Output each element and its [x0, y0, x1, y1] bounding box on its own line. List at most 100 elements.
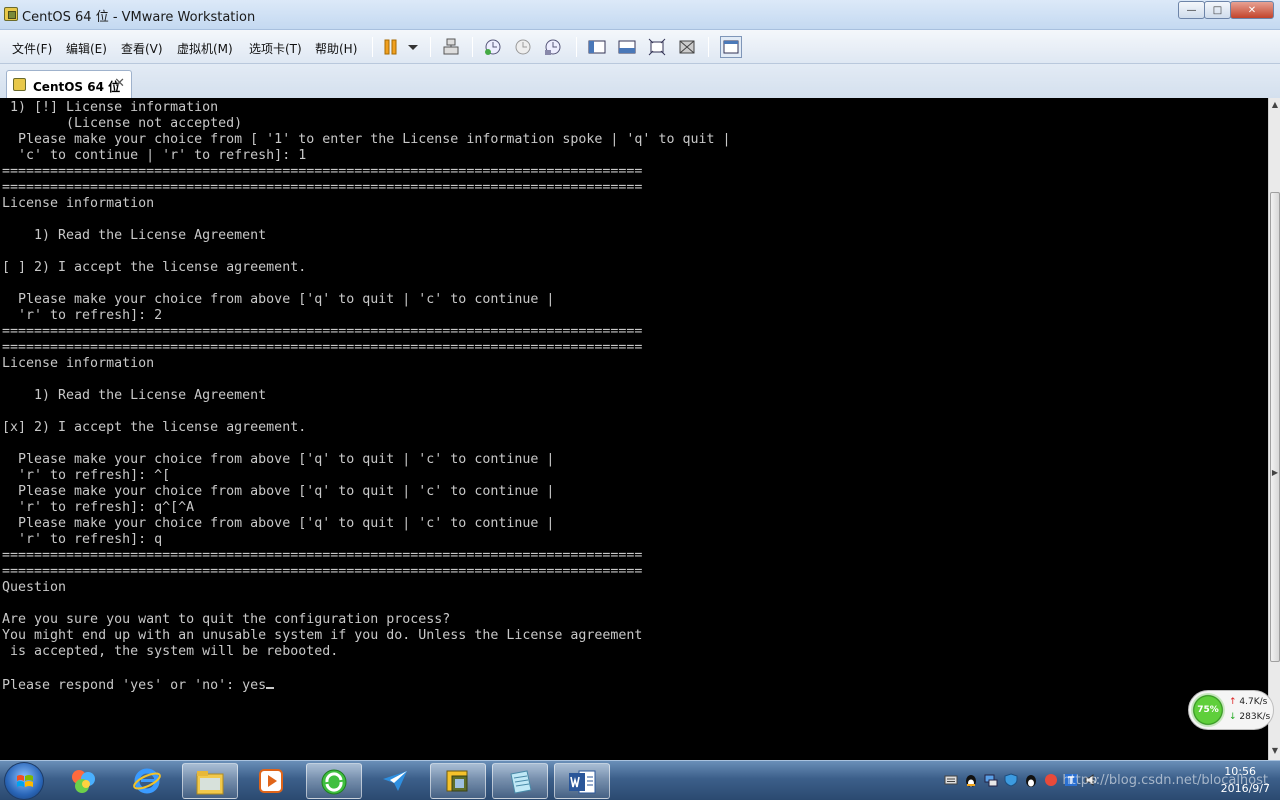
toolbar-separator — [472, 37, 473, 57]
taskbar-app-ie[interactable] — [120, 763, 176, 799]
console-line: [x] 2) I accept the license agreement. — [2, 420, 307, 435]
console-line: License information — [2, 356, 155, 371]
taskbar-app-notepad[interactable] — [492, 763, 548, 799]
console-line: Please respond 'yes' or 'no': yes — [2, 678, 267, 693]
memory-percent: 75% — [1191, 693, 1225, 727]
tab-close-icon[interactable]: ✕ — [114, 76, 125, 91]
console-line: ========================================… — [2, 564, 643, 579]
taskbar-app-360[interactable] — [306, 763, 362, 799]
minimize-button[interactable]: — — [1178, 1, 1205, 19]
app-tray-icon[interactable] — [1044, 773, 1058, 787]
taskbar: https://blog.csdn.net/blocalhost 10:56 2… — [0, 760, 1280, 800]
network-icon[interactable] — [984, 773, 998, 787]
scroll-down-icon[interactable]: ▼ — [1270, 746, 1280, 758]
system-tray: https://blog.csdn.net/blocalhost 10:56 2… — [940, 761, 1280, 800]
console-view-icon[interactable] — [618, 38, 636, 56]
console-line: 1) Read the License Agreement — [2, 228, 267, 243]
qq-status-icon[interactable] — [1024, 773, 1038, 787]
vm-console[interactable]: 1) [!] License information (License not … — [0, 98, 1268, 760]
console-line: 'r' to refresh]: q — [2, 532, 163, 547]
restore-button[interactable]: □ — [1204, 1, 1231, 19]
taskbar-app-vmware[interactable] — [430, 763, 486, 799]
taskbar-app-feige[interactable] — [368, 763, 424, 799]
vmware-app-icon — [4, 7, 18, 21]
console-line: 'r' to refresh]: q^[^A — [2, 500, 195, 515]
bird-icon — [383, 771, 407, 791]
library-view-icon[interactable] — [720, 36, 742, 58]
vertical-scrollbar[interactable]: ▲ ▶ ▼ — [1268, 98, 1280, 760]
windows-logo-icon — [17, 775, 33, 787]
menu-help[interactable]: 帮助(H) — [315, 40, 357, 57]
scrollbar-thumb[interactable] — [1270, 192, 1280, 662]
snapshot-manager-icon[interactable] — [544, 38, 562, 56]
scroll-up-icon[interactable]: ▲ — [1270, 100, 1280, 112]
tab-bar: CentOS 64 位 ✕ — [0, 64, 1280, 98]
menu-tabs[interactable]: 选项卡(T) — [249, 40, 302, 57]
menu-edit[interactable]: 编辑(E) — [66, 40, 107, 57]
console-line: Please make your choice from [ '1' to en… — [2, 132, 731, 147]
network-speed-widget[interactable]: 75% 4.7K/s 283K/s — [1188, 690, 1274, 730]
download-speed: 283K/s — [1229, 712, 1270, 722]
console-line: 1) [!] License information — [2, 100, 219, 115]
console-line: Are you sure you want to quit the config… — [2, 612, 451, 627]
toolbar-separator — [372, 37, 373, 57]
menu-view[interactable]: 查看(V) — [121, 40, 163, 57]
word-icon — [569, 770, 596, 794]
toolbar-separator — [430, 37, 431, 57]
console-line: 'r' to refresh]: 2 — [2, 308, 163, 323]
keyboard-icon[interactable] — [944, 773, 958, 787]
close-button[interactable]: ✕ — [1230, 1, 1274, 19]
qq-penguin-icon[interactable] — [964, 773, 978, 787]
vm-icon — [13, 78, 26, 91]
send-keys-icon[interactable] — [442, 38, 460, 56]
console-line: ========================================… — [2, 164, 643, 179]
tab-label: CentOS 64 位 — [33, 80, 121, 94]
clock-date[interactable]: 2016/9/7 — [1221, 782, 1270, 795]
window-controls: — □ ✕ — [1178, 1, 1274, 19]
console-line: is accepted, the system will be rebooted… — [2, 644, 339, 659]
internet-explorer-icon — [133, 768, 161, 794]
security-shield-icon[interactable] — [1004, 773, 1018, 787]
toolbar-separator — [708, 37, 709, 57]
snapshot-revert-icon[interactable] — [514, 38, 532, 56]
taskbar-app-picasa[interactable] — [56, 763, 112, 799]
console-line: ========================================… — [2, 324, 643, 339]
console-line: 'c' to continue | 'r' to refresh]: 1 — [2, 148, 307, 163]
green-browser-icon — [321, 769, 347, 795]
menu-file[interactable]: 文件(F) — [12, 40, 52, 57]
taskbar-app-word[interactable] — [554, 763, 610, 799]
console-line: Please make your choice from above ['q' … — [2, 516, 555, 531]
console-line: Please make your choice from above ['q' … — [2, 292, 555, 307]
toolbar-separator — [576, 37, 577, 57]
vmware-icon — [446, 770, 468, 792]
colorful-balls-icon — [72, 770, 95, 793]
sidebar-toggle-icon[interactable] — [588, 38, 606, 56]
console-line: Please make your choice from above ['q' … — [2, 452, 555, 467]
console-line: Please make your choice from above ['q' … — [2, 484, 555, 499]
unity-icon[interactable] — [678, 38, 696, 56]
console-line: Question — [2, 580, 67, 595]
console-line: [ ] 2) I accept the license agreement. — [2, 260, 307, 275]
pause-icon[interactable] — [382, 38, 400, 56]
clock-time[interactable]: 10:56 — [1224, 765, 1256, 778]
console-line: ========================================… — [2, 180, 643, 195]
title-bar: CentOS 64 位 - VMware Workstation — □ ✕ — [0, 0, 1280, 30]
start-button[interactable] — [4, 762, 44, 800]
console-line: License information — [2, 196, 155, 211]
console-line: 'r' to refresh]: ^[ — [2, 468, 171, 483]
scroll-right-icon[interactable]: ▶ — [1270, 468, 1280, 480]
window-title: CentOS 64 位 - VMware Workstation — [22, 10, 256, 25]
console-line: 1) Read the License Agreement — [2, 388, 267, 403]
snapshot-take-icon[interactable] — [484, 38, 502, 56]
notepad-icon — [510, 770, 532, 794]
tab-centos[interactable]: CentOS 64 位 ✕ — [6, 70, 132, 98]
upload-speed: 4.7K/s — [1229, 697, 1267, 707]
console-line: (License not accepted) — [2, 116, 243, 131]
console-line: You might end up with an unusable system… — [2, 628, 643, 643]
console-line: ========================================… — [2, 548, 643, 563]
taskbar-app-explorer[interactable] — [182, 763, 238, 799]
fullscreen-icon[interactable] — [648, 38, 666, 56]
menu-vm[interactable]: 虚拟机(M) — [177, 40, 233, 57]
chevron-down-icon[interactable] — [404, 38, 422, 56]
taskbar-app-player[interactable] — [244, 763, 300, 799]
